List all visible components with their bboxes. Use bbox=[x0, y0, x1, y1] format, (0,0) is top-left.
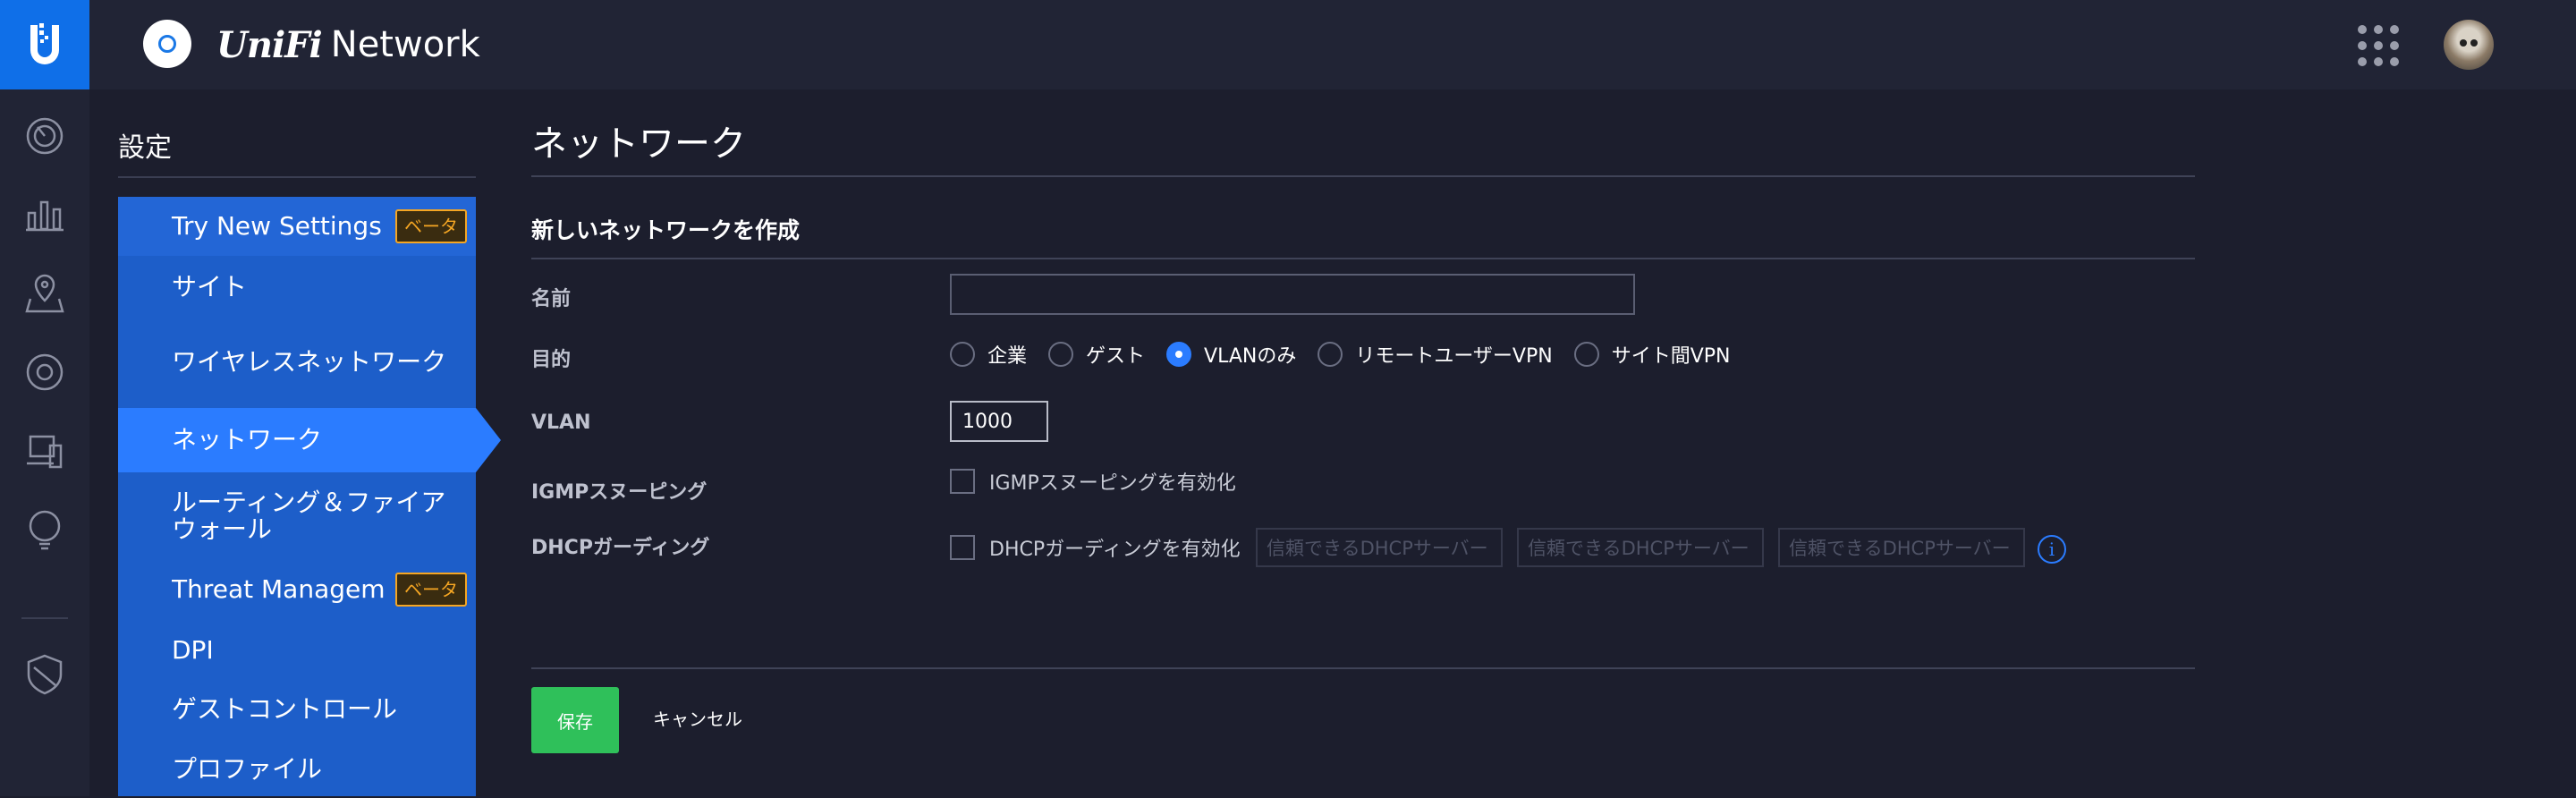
purpose-radio-group: 企業 ゲスト VLANのみ リモートユーザーVPN サイト間VPN bbox=[950, 338, 1751, 370]
nav-rail bbox=[0, 89, 89, 796]
app-title: UniFi Network bbox=[216, 21, 480, 68]
save-button[interactable]: 保存 bbox=[531, 687, 619, 753]
purpose-label: 目的 bbox=[531, 349, 572, 371]
radio-button[interactable] bbox=[1318, 342, 1343, 367]
sidebar-item-label: DPI bbox=[172, 635, 214, 665]
sidebar-item-dpi[interactable]: DPI bbox=[118, 621, 476, 680]
sidebar-item-label: Try New Settings bbox=[172, 211, 382, 241]
purpose-option-corporate[interactable]: 企業 bbox=[950, 340, 1027, 369]
sidebar-item-wireless-networks[interactable]: ワイヤレスネットワーク bbox=[118, 320, 467, 404]
vlan-label: VLAN bbox=[531, 412, 591, 434]
sidebar-item-try-new-settings[interactable]: Try New Settings ベータ bbox=[118, 197, 476, 256]
apps-grid-icon[interactable] bbox=[2358, 25, 2399, 66]
title-divider bbox=[531, 175, 2195, 177]
dhcp-guarding-checkbox[interactable] bbox=[950, 535, 975, 560]
clients-icon[interactable] bbox=[25, 431, 64, 471]
sidebar-item-profiles[interactable]: プロファイル bbox=[118, 741, 476, 798]
page-title: ネットワーク bbox=[531, 123, 746, 165]
map-icon[interactable] bbox=[25, 274, 64, 313]
purpose-option-vlan-only[interactable]: VLANのみ bbox=[1166, 340, 1296, 369]
info-icon[interactable]: i bbox=[2038, 535, 2066, 564]
app-network-icon[interactable] bbox=[143, 20, 191, 68]
trusted-dhcp-server-input-3[interactable]: 信頼できるDHCPサーバー bbox=[1778, 528, 2025, 567]
sidebar-item-label: ワイヤレスネットワーク bbox=[172, 347, 447, 377]
sidebar-item-label: プロファイル bbox=[172, 754, 323, 784]
vlan-input[interactable] bbox=[950, 401, 1048, 442]
radio-button-selected[interactable] bbox=[1166, 342, 1192, 367]
sidebar-item-label: Threat Management bbox=[172, 576, 386, 603]
settings-menu: Try New Settings ベータ サイト ワイヤレスネットワーク ネット… bbox=[118, 197, 476, 796]
sidebar-item-threat-management[interactable]: Threat Management ベータ bbox=[118, 560, 476, 619]
igmp-label: IGMPスヌーピング bbox=[531, 481, 708, 504]
purpose-option-site-to-site-vpn[interactable]: サイト間VPN bbox=[1573, 340, 1731, 369]
sidebar-item-routing-firewall[interactable]: ルーティング＆ファイアウォール bbox=[118, 474, 467, 558]
devices-icon[interactable] bbox=[25, 352, 64, 392]
cancel-button[interactable]: キャンセル bbox=[653, 705, 742, 731]
igmp-checkbox[interactable] bbox=[950, 469, 975, 494]
trusted-dhcp-server-input-1[interactable]: 信頼できるDHCPサーバー bbox=[1256, 528, 1503, 567]
section-title: 新しいネットワークを作成 bbox=[531, 217, 801, 243]
alerts-icon[interactable] bbox=[25, 654, 64, 695]
settings-divider bbox=[118, 176, 476, 178]
purpose-option-remote-user-vpn[interactable]: リモートユーザーVPN bbox=[1318, 340, 1553, 369]
radio-label: VLANのみ bbox=[1204, 345, 1297, 368]
insights-icon[interactable] bbox=[25, 510, 64, 550]
name-input[interactable] bbox=[950, 274, 1635, 315]
top-bar: UniFi Network bbox=[0, 0, 2576, 89]
settings-title: 設定 bbox=[118, 132, 172, 164]
dhcp-guarding-checkbox-row[interactable]: DHCPガーディングを有効化 bbox=[950, 533, 1241, 562]
trusted-dhcp-server-input-2[interactable]: 信頼できるDHCPサーバー bbox=[1517, 528, 1764, 567]
beta-badge: ベータ bbox=[395, 573, 467, 607]
sidebar-item-networks[interactable]: ネットワーク bbox=[118, 408, 476, 472]
igmp-checkbox-row[interactable]: IGMPスヌーピングを有効化 bbox=[950, 467, 1236, 496]
radio-label: ゲスト bbox=[1086, 345, 1146, 368]
active-item-pointer bbox=[476, 408, 501, 472]
footer-divider bbox=[531, 667, 2195, 669]
radio-button[interactable] bbox=[950, 342, 975, 367]
avatar[interactable] bbox=[2444, 20, 2494, 70]
radio-label: サイト間VPN bbox=[1611, 345, 1731, 368]
rail-divider bbox=[21, 617, 68, 619]
sidebar-item-label: サイト bbox=[172, 272, 248, 301]
sidebar-item-guest-control[interactable]: ゲストコントロール bbox=[118, 680, 476, 739]
beta-badge: ベータ bbox=[395, 209, 467, 243]
unifi-logo-icon[interactable] bbox=[0, 0, 89, 89]
radio-label: リモートユーザーVPN bbox=[1355, 345, 1553, 368]
section-divider bbox=[531, 258, 2195, 259]
name-label: 名前 bbox=[531, 288, 572, 310]
sidebar-item-label: ゲストコントロール bbox=[172, 694, 398, 724]
dhcp-guarding-checkbox-label: DHCPガーディングを有効化 bbox=[989, 539, 1241, 561]
purpose-option-guest[interactable]: ゲスト bbox=[1048, 340, 1145, 369]
igmp-checkbox-label: IGMPスヌーピングを有効化 bbox=[989, 472, 1236, 495]
brand-logo-text: UniFi bbox=[216, 23, 323, 66]
sidebar-item-label: ルーティング＆ファイアウォール bbox=[172, 488, 446, 544]
brand-product: Network bbox=[330, 24, 480, 65]
dashboard-icon[interactable] bbox=[25, 116, 64, 156]
statistics-icon[interactable] bbox=[25, 193, 64, 233]
radio-label: 企業 bbox=[987, 345, 1028, 368]
sidebar-item-sites[interactable]: サイト bbox=[118, 256, 476, 318]
dhcp-guarding-label: DHCPガーディング bbox=[531, 537, 710, 559]
radio-button[interactable] bbox=[1573, 342, 1599, 367]
radio-button[interactable] bbox=[1048, 342, 1074, 367]
sidebar-item-label: ネットワーク bbox=[172, 425, 323, 454]
